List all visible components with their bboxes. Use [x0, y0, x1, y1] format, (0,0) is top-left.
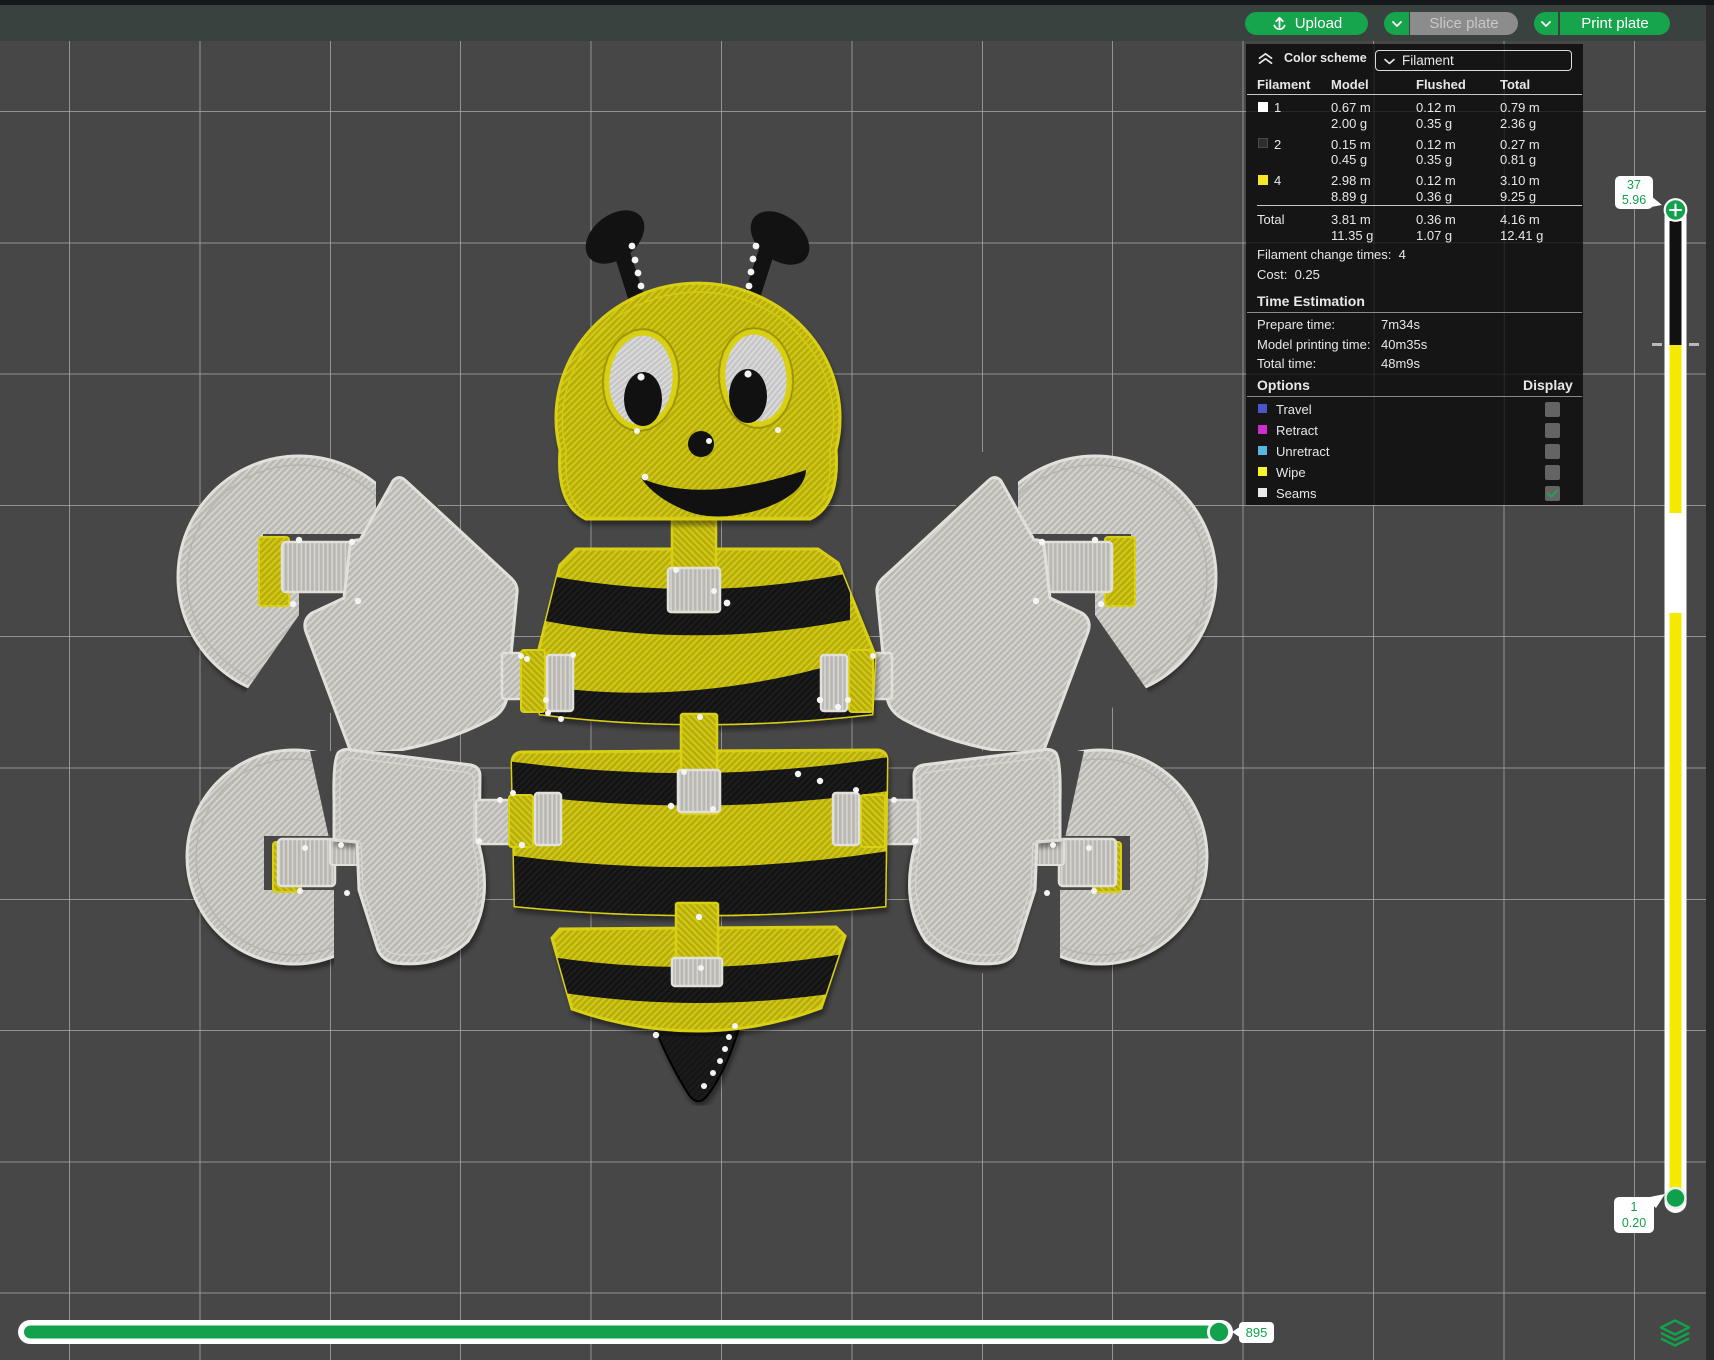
svg-text:1: 1: [1631, 1200, 1638, 1214]
svg-text:5.96: 5.96: [1622, 193, 1646, 207]
svg-text:0.20: 0.20: [1622, 1216, 1646, 1230]
svg-text:37: 37: [1627, 178, 1641, 192]
svg-text:895: 895: [1246, 1325, 1268, 1340]
